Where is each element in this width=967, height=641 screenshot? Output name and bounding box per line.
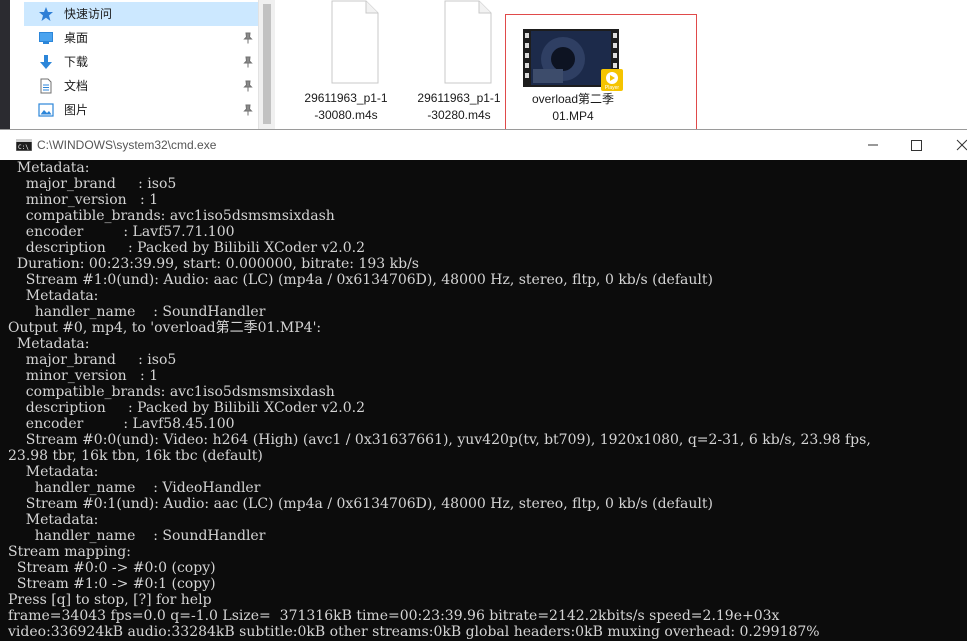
- desktop-icon: [39, 32, 53, 44]
- file-name-line: overload第二季: [531, 92, 615, 106]
- download-icon: [40, 55, 52, 69]
- file-name-line: -30080.m4s: [314, 108, 378, 122]
- console-line: Stream #1:0(und): Audio: aac (LC) (mp4a …: [8, 272, 713, 288]
- console-line: Metadata:: [8, 288, 99, 304]
- console-line: Stream #0:1(und): Audio: aac (LC) (mp4a …: [8, 496, 713, 512]
- console-line: Output #0, mp4, to 'overload第二季01.MP4':: [8, 320, 322, 336]
- console-output[interactable]: Metadata: major_brand : iso5 minor_versi…: [8, 160, 967, 641]
- console-line: description : Packed by Bilibili XCoder …: [8, 400, 365, 416]
- pictures-icon: [38, 103, 54, 117]
- nav-item-label: 下载: [64, 55, 89, 69]
- console-line: Stream #0:0 -> #0:0 (copy): [8, 560, 216, 576]
- console-line: frame=34043 fps=0.0 q=-1.0 Lsize= 371316…: [8, 608, 780, 624]
- nav-item-label: 文档: [64, 79, 89, 93]
- navigation-scrollbar[interactable]: [258, 0, 275, 130]
- console-line: encoder : Lavf57.71.100: [8, 224, 235, 240]
- console-line: handler_name : VideoHandler: [8, 480, 261, 496]
- console-line: Metadata:: [8, 336, 90, 352]
- file-item-selected[interactable]: Player overload第二季 01.MP4: [505, 14, 697, 130]
- close-icon: [956, 139, 967, 151]
- file-item[interactable]: 29611963_p1-1 -30080.m4s: [291, 0, 401, 128]
- generic-file-icon: [444, 0, 492, 84]
- nav-item-label: 快速访问: [64, 7, 113, 21]
- console-line: compatible_brands: avc1iso5dsmsmsixdash: [8, 384, 335, 400]
- console-line: Stream mapping:: [8, 544, 131, 560]
- star-icon: [39, 7, 53, 21]
- window-title: C:\WINDOWS\system32\cmd.exe: [37, 138, 217, 152]
- console-line: Duration: 00:23:39.99, start: 0.000000, …: [8, 256, 419, 272]
- console-line: Metadata:: [8, 464, 99, 480]
- console-line: Press [q] to stop, [?] for help: [8, 592, 212, 608]
- pin-icon[interactable]: [242, 56, 254, 68]
- console-line: encoder : Lavf58.45.100: [8, 416, 235, 432]
- console-line: video:336924kB audio:33284kB subtitle:0k…: [8, 624, 820, 640]
- cmd-window[interactable]: C:\ C:\WINDOWS\system32\cmd.exe Metadata…: [0, 129, 967, 641]
- nav-item-quick-access[interactable]: 快速访问: [24, 2, 258, 26]
- nav-item-label: 桌面: [64, 31, 89, 45]
- console-line: 23.98 tbr, 16k tbn, 16k tbc (default): [8, 448, 263, 464]
- generic-file-icon: [331, 0, 379, 84]
- title-bar[interactable]: C:\ C:\WINDOWS\system32\cmd.exe: [0, 130, 967, 160]
- file-explorer-window: 快速访问 桌面 下载 文档 图片 29611963_p1-1 -30080.m4…: [0, 0, 967, 130]
- minimize-icon: [868, 144, 878, 146]
- console-line: Stream #0:0(und): Video: h264 (High) (av…: [8, 432, 871, 448]
- nav-item-pictures[interactable]: 图片: [24, 98, 258, 122]
- document-icon: [40, 78, 52, 94]
- nav-item-documents[interactable]: 文档: [24, 74, 258, 98]
- console-line: minor_version : 1: [8, 192, 159, 208]
- nav-item-label: 图片: [64, 103, 89, 117]
- background-window-edge: [0, 0, 10, 130]
- video-file-icon: Player: [523, 29, 623, 91]
- minimize-button[interactable]: [850, 130, 896, 160]
- console-line: handler_name : SoundHandler: [8, 304, 266, 320]
- console-line: compatible_brands: avc1iso5dsmsmsixdash: [8, 208, 335, 224]
- console-line: minor_version : 1: [8, 368, 159, 384]
- pin-icon[interactable]: [242, 80, 254, 92]
- file-name: 29611963_p1-1 -30080.m4s: [291, 90, 401, 124]
- close-button[interactable]: [939, 130, 967, 160]
- file-name-line: 29611963_p1-1: [417, 91, 501, 105]
- cmd-icon: C:\: [16, 139, 32, 151]
- desktop: 快速访问 桌面 下载 文档 图片 29611963_p1-1 -30080.m4…: [0, 0, 967, 641]
- file-item[interactable]: 29611963_p1-1 -30280.m4s: [404, 0, 514, 128]
- file-name-line: 29611963_p1-1: [304, 91, 388, 105]
- nav-item-downloads[interactable]: 下载: [24, 50, 258, 74]
- scrollbar-thumb[interactable]: [263, 4, 271, 124]
- file-name: 29611963_p1-1 -30280.m4s: [404, 90, 514, 124]
- pin-icon[interactable]: [242, 32, 254, 44]
- console-line: major_brand : iso5: [8, 176, 177, 192]
- console-line: Metadata:: [8, 512, 99, 528]
- console-line: major_brand : iso5: [8, 352, 177, 368]
- console-line: description : Packed by Bilibili XCoder …: [8, 240, 365, 256]
- file-name-line: 01.MP4: [552, 109, 594, 123]
- file-name: overload第二季 01.MP4: [506, 91, 640, 125]
- file-name-line: -30280.m4s: [427, 108, 491, 122]
- maximize-icon: [911, 140, 922, 151]
- maximize-button[interactable]: [893, 130, 939, 160]
- nav-item-desktop[interactable]: 桌面: [24, 26, 258, 50]
- console-line: handler_name : SoundHandler: [8, 528, 266, 544]
- console-line: Metadata:: [8, 160, 90, 176]
- pin-icon[interactable]: [242, 104, 254, 116]
- svg-text:C:\: C:\: [18, 144, 29, 151]
- console-line: Stream #1:0 -> #0:1 (copy): [8, 576, 216, 592]
